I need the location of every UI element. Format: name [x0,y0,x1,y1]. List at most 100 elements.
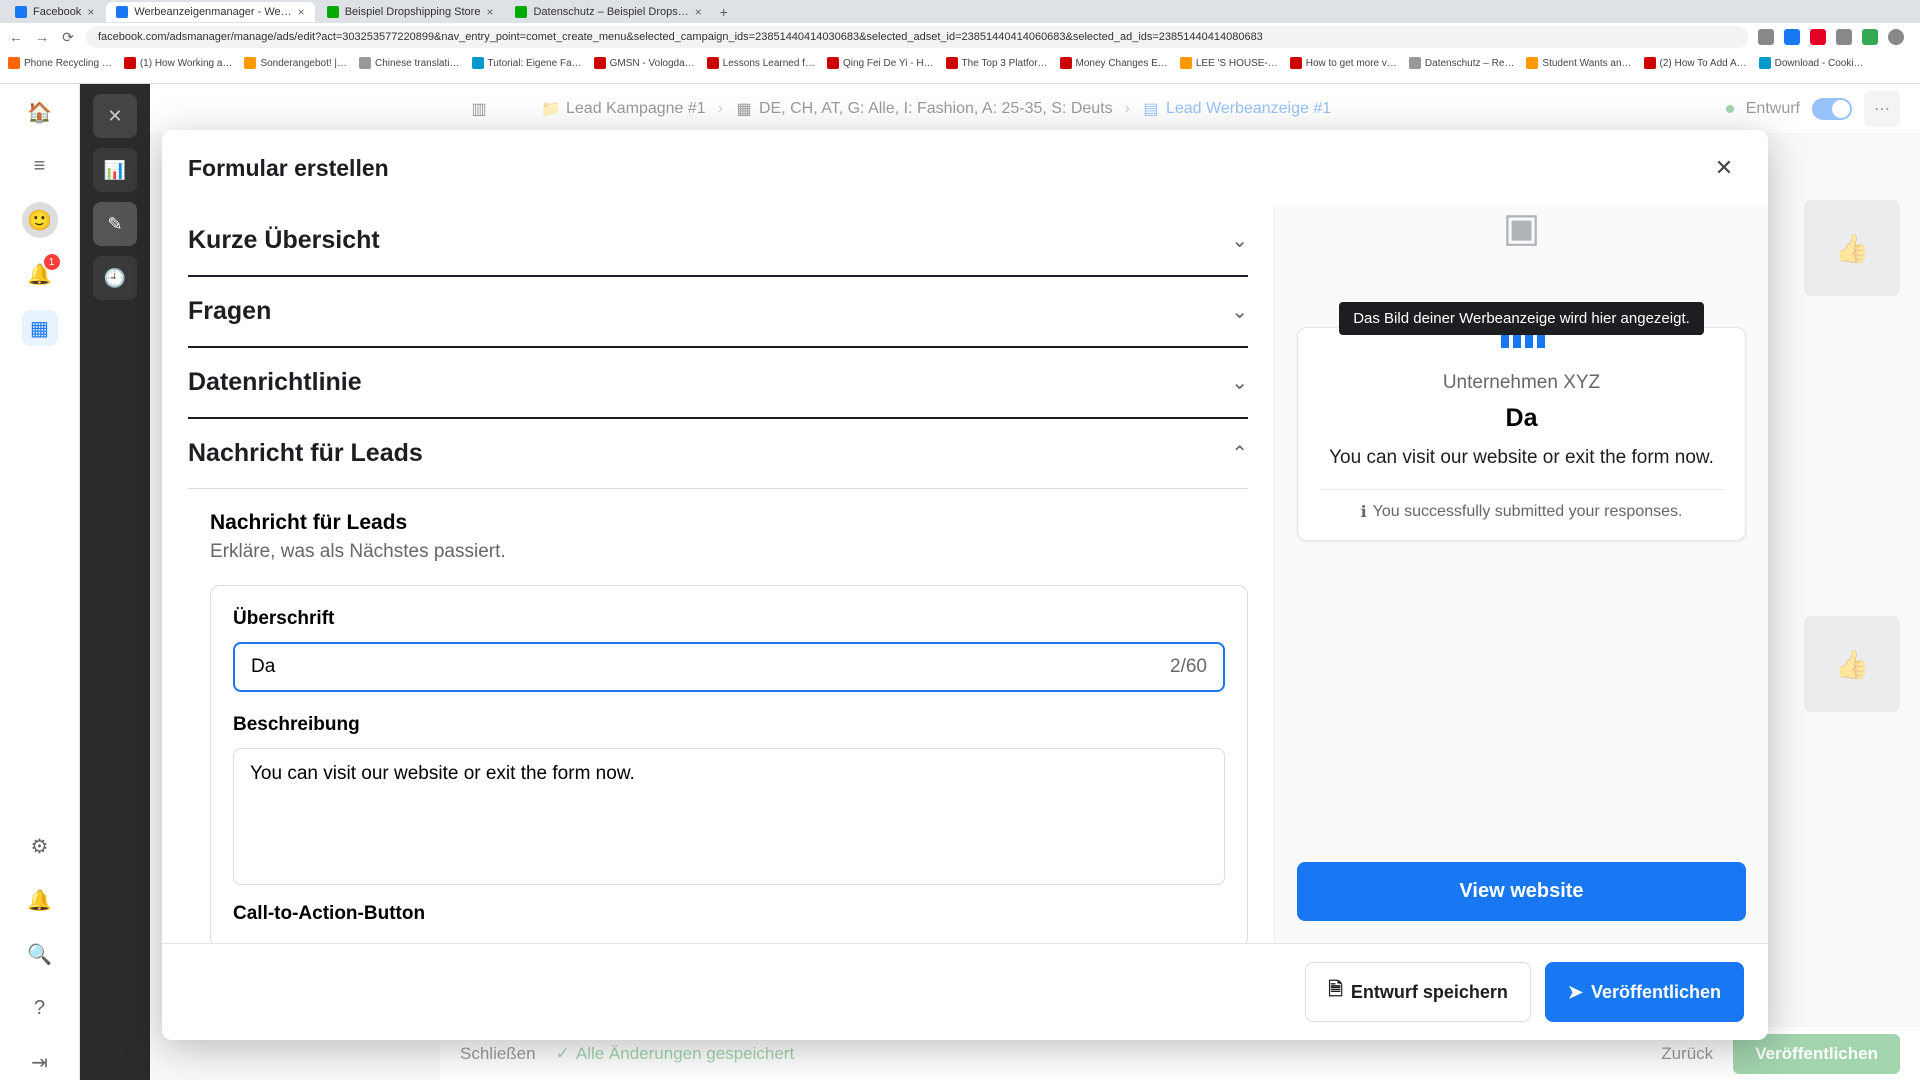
section-title: Datenrichtlinie [188,368,362,397]
bookmark-item[interactable]: GMSN - Vologda… [594,57,695,69]
facebook-left-rail: 🏠 ≡ 🙂 🔔 ▦ ⚙ 🔔 🔍 ? ⇥ [0,84,80,1080]
bookmark-item[interactable]: Chinese translati… [359,57,459,69]
preview-tooltip: Das Bild deiner Werbeanzeige wird hier a… [1339,302,1704,335]
menu-icon[interactable]: ≡ [22,148,58,184]
save-draft-button[interactable]: 🗎 Entwurf speichern [1305,962,1531,1022]
preview-cta-button[interactable]: View website [1297,862,1746,921]
info-icon: ℹ [1361,502,1367,522]
bookmark-item[interactable]: Qing Fei De Yi - H… [827,57,934,69]
close-icon[interactable]: × [486,5,493,19]
section-privacy[interactable]: Datenrichtlinie ⌄ [188,348,1248,419]
ads-manager-icon[interactable]: ▦ [22,310,58,346]
profile-avatar-icon[interactable] [1888,29,1904,45]
new-tab-button[interactable]: + [714,4,734,20]
bookmark-item[interactable]: Money Changes E… [1060,57,1168,69]
history-icon[interactable]: 🕘 [93,256,137,300]
bookmark-item[interactable]: Student Wants an… [1526,57,1631,69]
preview-card: Unternehmen XYZ Da You can visit our web… [1297,327,1746,541]
bookmark-item[interactable]: (1) How Working a… [124,57,233,69]
completion-subtitle: Nachricht für Leads [210,511,1248,535]
close-editor-icon[interactable]: ✕ [93,94,137,138]
preview-headline: Da [1320,404,1723,433]
description-label: Beschreibung [233,714,1225,736]
preview-description: You can visit our website or exit the fo… [1320,445,1723,471]
modal-header: Formular erstellen ✕ [162,130,1768,206]
extension-icon[interactable] [1758,29,1774,45]
completion-section-body: Nachricht für Leads Erkläre, was als Näc… [188,511,1248,943]
section-title: Fragen [188,297,271,326]
bookmark-item[interactable]: Phone Recycling … [8,57,112,69]
bookmark-item[interactable]: Sonderangebot! |… [244,57,347,69]
preview-submitted-text: ℹ You successfully submitted your respon… [1320,502,1723,522]
completion-fields-card: Überschrift 2/60 Beschreibung Call-to-Ac… [210,585,1248,943]
section-title: Kurze Übersicht [188,226,380,255]
headline-label: Überschrift [233,608,1225,630]
close-icon[interactable]: × [87,5,94,19]
chevron-up-icon: ⌃ [1231,441,1248,466]
notification-icon[interactable]: 🔔 [22,256,58,292]
modal-close-button[interactable]: ✕ [1706,150,1742,186]
chevron-down-icon: ⌄ [1231,370,1248,395]
reload-icon[interactable]: ⟳ [60,29,76,46]
browser-tab[interactable]: Beispiel Dropshipping Store× [317,2,504,22]
nav-forward-icon[interactable]: → [34,29,50,45]
divider [1320,489,1723,490]
section-overview[interactable]: Kurze Übersicht ⌄ [188,206,1248,277]
tab-bar: Facebook× Werbeanzeigenmanager - We…× Be… [0,0,1920,23]
modal-footer: 🗎 Entwurf speichern ➤ Veröffentlichen [162,943,1768,1040]
editor-left-rail: ✕ 📊 ✎ 🕘 [80,84,150,1080]
chevron-down-icon: ⌄ [1231,299,1248,324]
bookmark-item[interactable]: Tutorial: Eigene Fa… [472,57,582,69]
browser-tab[interactable]: Datenschutz – Beispiel Drops…× [505,2,711,22]
bookmark-item[interactable]: LEE 'S HOUSE-… [1180,57,1278,69]
bookmark-item[interactable]: The Top 3 Platfor… [946,57,1048,69]
browser-chrome: Facebook× Werbeanzeigenmanager - We…× Be… [0,0,1920,84]
extension-icon[interactable] [1810,29,1826,45]
browser-tab[interactable]: Werbeanzeigenmanager - We…× [106,2,314,22]
modal-title: Formular erstellen [188,155,389,182]
preview-pane: ▣ Das Bild deiner Werbeanzeige wird hier… [1274,206,1768,943]
bookmark-item[interactable]: Lessons Learned f… [707,57,815,69]
bookmark-item[interactable]: Download - Cooki… [1759,57,1864,69]
search-icon[interactable]: 🔍 [22,936,58,972]
form-pane[interactable]: Kurze Übersicht ⌄ Fragen ⌄ Datenrichtlin… [162,206,1274,943]
settings-icon[interactable]: ⚙ [22,828,58,864]
bookmark-item[interactable]: Datenschutz – Re… [1409,57,1515,69]
nav-back-icon[interactable]: ← [8,29,24,45]
document-icon: 🗎 [1328,977,1342,1007]
headline-input[interactable] [251,656,1170,678]
avatar-icon[interactable]: 🙂 [22,202,58,238]
send-icon: ➤ [1568,982,1583,1003]
chevron-down-icon: ⌄ [1231,228,1248,253]
extension-icon[interactable] [1862,29,1878,45]
address-bar: ← → ⟳ facebook.com/adsmanager/manage/ads… [0,23,1920,51]
bookmark-item[interactable]: How to get more v… [1290,57,1397,69]
create-form-modal: Formular erstellen ✕ Kurze Übersicht ⌄ F… [162,130,1768,1040]
alerts-icon[interactable]: 🔔 [22,882,58,918]
image-placeholder-icon: ▣ [1492,206,1552,252]
extension-icon[interactable] [1836,29,1852,45]
bookmark-bar: Phone Recycling … (1) How Working a… Son… [0,51,1920,75]
close-icon[interactable]: × [298,5,305,19]
browser-tab[interactable]: Facebook× [5,2,104,22]
section-questions[interactable]: Fragen ⌄ [188,277,1248,348]
headline-input-wrap: 2/60 [233,642,1225,692]
url-field[interactable]: facebook.com/adsmanager/manage/ads/edit?… [86,26,1748,48]
edit-icon[interactable]: ✎ [93,202,137,246]
close-icon[interactable]: × [695,5,702,19]
section-title: Nachricht für Leads [188,439,423,468]
extension-icon[interactable] [1784,29,1800,45]
extension-icons [1758,29,1912,45]
help-icon[interactable]: ? [22,990,58,1026]
preview-company: Unternehmen XYZ [1320,372,1723,394]
description-textarea[interactable] [234,749,1224,879]
completion-description: Erkläre, was als Nächstes passiert. [210,541,1248,563]
home-icon[interactable]: 🏠 [22,94,58,130]
collapse-icon[interactable]: ⇥ [22,1044,58,1080]
publish-button[interactable]: ➤ Veröffentlichen [1545,962,1744,1022]
section-completion[interactable]: Nachricht für Leads ⌃ [188,419,1248,489]
cta-label: Call-to-Action-Button [233,903,1225,925]
chart-icon[interactable]: 📊 [93,148,137,192]
bookmark-item[interactable]: (2) How To Add A… [1644,57,1747,69]
headline-char-count: 2/60 [1170,656,1207,678]
